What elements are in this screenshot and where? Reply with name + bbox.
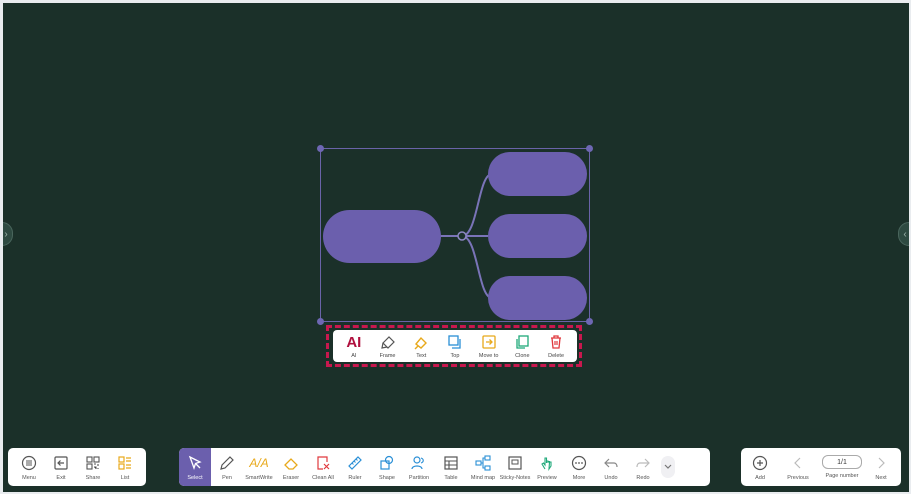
- eraser-tool-button[interactable]: Eraser: [275, 448, 307, 486]
- bring-to-top-icon: [447, 333, 463, 351]
- partition-icon: [411, 453, 427, 473]
- ai-icon: AI: [346, 333, 362, 351]
- clean-all-icon: [315, 453, 331, 473]
- partition-tool-button[interactable]: Partition: [403, 448, 435, 486]
- share-qr-icon: [85, 453, 101, 473]
- page-number-control: 1/1 Page number: [821, 455, 863, 479]
- move-to-icon: [481, 333, 497, 351]
- resize-handle-top-right[interactable]: [586, 145, 593, 152]
- trash-icon: [548, 333, 564, 351]
- smartwrite-tool-button[interactable]: A/A SmartWrite: [243, 448, 275, 486]
- previous-page-button[interactable]: Previous: [781, 448, 815, 486]
- mind-map-tool-button[interactable]: Mind map: [467, 448, 499, 486]
- resize-handle-bottom-left[interactable]: [317, 318, 324, 325]
- eraser-icon: [283, 453, 299, 473]
- add-page-button[interactable]: Add: [745, 448, 775, 486]
- mind-map-icon: [475, 453, 491, 473]
- toolbar-collapse-button[interactable]: [659, 448, 677, 486]
- list-button[interactable]: List: [110, 448, 140, 486]
- clone-icon: [514, 333, 530, 351]
- table-tool-button[interactable]: Table: [435, 448, 467, 486]
- more-icon: [571, 453, 587, 473]
- whiteboard-canvas[interactable]: › ‹ AI AI Frame Text Top Move to Clone D…: [0, 0, 911, 494]
- add-icon: [752, 453, 768, 473]
- page-toolbar: Add Previous 1/1 Page number Next: [741, 448, 901, 486]
- more-tool-button[interactable]: More: [563, 448, 595, 486]
- ruler-icon: [347, 453, 363, 473]
- smartwrite-icon: A/A: [249, 456, 269, 470]
- text-button[interactable]: Text: [405, 333, 437, 359]
- pen-tool-button[interactable]: Pen: [211, 448, 243, 486]
- preview-tool-button[interactable]: Preview: [531, 448, 563, 486]
- chevron-left-icon: [793, 453, 803, 473]
- sticky-notes-tool-button[interactable]: Sticky-Notes: [499, 448, 531, 486]
- shape-icon: [379, 453, 395, 473]
- select-cursor-icon: [187, 453, 203, 473]
- redo-icon: [635, 453, 651, 473]
- sticky-notes-icon: [507, 453, 523, 473]
- page-number-input[interactable]: 1/1: [822, 455, 862, 469]
- clone-button[interactable]: Clone: [506, 333, 538, 359]
- pen-icon: [219, 453, 235, 473]
- share-button[interactable]: Share: [78, 448, 108, 486]
- exit-icon: [53, 453, 69, 473]
- delete-button[interactable]: Delete: [540, 333, 572, 359]
- menu-icon: [21, 453, 37, 473]
- list-icon: [117, 453, 133, 473]
- undo-icon: [603, 453, 619, 473]
- resize-handle-bottom-right[interactable]: [586, 318, 593, 325]
- shape-tool-button[interactable]: Shape: [371, 448, 403, 486]
- top-button[interactable]: Top: [439, 333, 471, 359]
- undo-button[interactable]: Undo: [595, 448, 627, 486]
- preview-hand-icon: [539, 453, 555, 473]
- chevron-down-icon: [661, 456, 675, 478]
- resize-handle-top-left[interactable]: [317, 145, 324, 152]
- menu-button[interactable]: Menu: [14, 448, 44, 486]
- left-toolbar: Menu Exit Share List: [8, 448, 146, 486]
- context-toolbar: AI AI Frame Text Top Move to Clone Delet…: [333, 330, 577, 362]
- selection-box: [320, 148, 590, 322]
- redo-button[interactable]: Redo: [627, 448, 659, 486]
- frame-icon: [380, 333, 396, 351]
- exit-button[interactable]: Exit: [46, 448, 76, 486]
- ai-button[interactable]: AI AI: [338, 333, 370, 360]
- clean-all-tool-button[interactable]: Clean All: [307, 448, 339, 486]
- main-toolbar: Select Pen A/A SmartWrite Eraser Clean A…: [179, 448, 710, 486]
- table-icon: [443, 453, 459, 473]
- frame-button[interactable]: Frame: [372, 333, 404, 359]
- select-tool-button[interactable]: Select: [179, 448, 211, 486]
- ruler-tool-button[interactable]: Ruler: [339, 448, 371, 486]
- chevron-right-icon: [876, 453, 886, 473]
- move-to-button[interactable]: Move to: [473, 333, 505, 359]
- text-fill-icon: [413, 333, 429, 351]
- next-page-button[interactable]: Next: [869, 448, 893, 486]
